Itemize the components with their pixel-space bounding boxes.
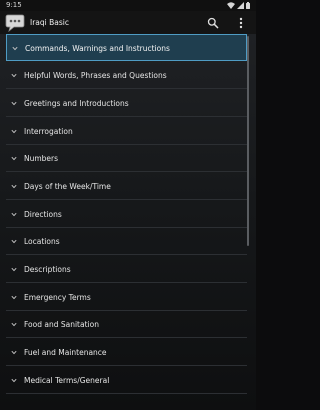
list-item-emergency-terms[interactable]: Emergency Terms xyxy=(6,284,247,311)
chevron-down-icon xyxy=(11,156,17,161)
more-vert-icon[interactable] xyxy=(236,16,246,30)
search-icon[interactable] xyxy=(206,16,220,30)
status-bar: 9:15 xyxy=(0,0,256,11)
list-item-label: Food and Sanitation xyxy=(24,320,99,329)
chevron-down-icon xyxy=(11,129,17,134)
list-item-medical-terms[interactable]: Medical Terms/General xyxy=(6,367,247,394)
status-time: 9:15 xyxy=(6,1,22,9)
list-item-label: Helpful Words, Phrases and Questions xyxy=(24,71,167,80)
list-item-label: Greetings and Introductions xyxy=(24,99,129,108)
chevron-down-icon xyxy=(11,184,17,189)
list-item-greetings[interactable]: Greetings and Introductions xyxy=(6,90,247,117)
scrollbar[interactable] xyxy=(247,36,249,246)
battery-icon xyxy=(246,2,250,9)
list-item-locations[interactable]: Locations xyxy=(6,228,247,255)
list-item-helpful-words[interactable]: Helpful Words, Phrases and Questions xyxy=(6,62,247,89)
chat-bubble-app-icon xyxy=(5,14,25,32)
chevron-down-icon xyxy=(11,295,17,300)
chevron-down-icon xyxy=(11,267,17,272)
chevron-down-icon xyxy=(11,239,17,244)
list-item-label: Descriptions xyxy=(24,265,71,274)
list-item-directions[interactable]: Directions xyxy=(6,201,247,228)
chevron-down-icon xyxy=(12,46,18,51)
list-item-descriptions[interactable]: Descriptions xyxy=(6,256,247,283)
list-item-fuel-maintenance[interactable]: Fuel and Maintenance xyxy=(6,339,247,366)
chevron-down-icon xyxy=(11,212,17,217)
list-item-label: Fuel and Maintenance xyxy=(24,348,107,357)
app-title: Iraqi Basic xyxy=(30,18,69,27)
chevron-down-icon xyxy=(11,322,17,327)
app-bar: Iraqi Basic xyxy=(0,11,256,34)
list-item-label: Numbers xyxy=(24,154,59,163)
list-item-label: Medical Terms/General xyxy=(24,376,110,385)
status-icons xyxy=(227,2,250,9)
list-item-commands-warnings-instructions[interactable]: Commands, Warnings and Instructions xyxy=(6,34,247,61)
list-item-days-time[interactable]: Days of the Week/Time xyxy=(6,173,247,200)
list-item-label: Locations xyxy=(24,237,60,246)
category-list: Commands, Warnings and Instructions Help… xyxy=(0,34,256,410)
chevron-down-icon xyxy=(11,73,17,78)
wifi-icon xyxy=(227,2,235,9)
chevron-down-icon xyxy=(11,378,17,383)
list-item-label: Directions xyxy=(24,210,62,219)
signal-icon xyxy=(237,2,244,9)
list-item-food-sanitation[interactable]: Food and Sanitation xyxy=(6,311,247,338)
chevron-down-icon xyxy=(11,350,17,355)
list-item-label: Days of the Week/Time xyxy=(24,182,111,191)
chevron-down-icon xyxy=(11,101,17,106)
list-item-numbers[interactable]: Numbers xyxy=(6,145,247,172)
list-item-label: Interrogation xyxy=(24,127,73,136)
list-item-interrogation[interactable]: Interrogation xyxy=(6,118,247,145)
list-item-label: Emergency Terms xyxy=(24,293,91,302)
list-item-label: Commands, Warnings and Instructions xyxy=(25,44,170,53)
